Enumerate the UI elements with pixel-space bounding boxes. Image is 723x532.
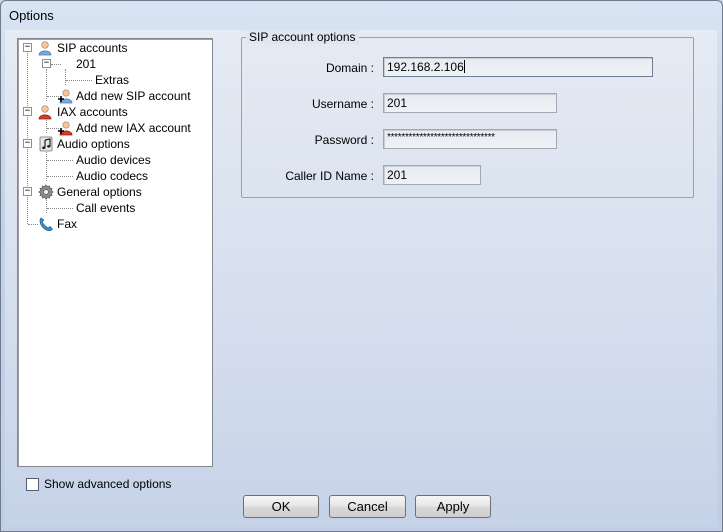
tree-line bbox=[65, 69, 66, 85]
add-user-icon bbox=[57, 88, 73, 104]
tree-item-label: Call events bbox=[76, 201, 136, 215]
music-note-icon bbox=[38, 136, 54, 152]
tree-item-label: Audio devices bbox=[76, 153, 151, 167]
caller-id-label: Caller ID Name : bbox=[285, 169, 374, 183]
collapse-icon[interactable]: − bbox=[23, 139, 32, 148]
cancel-button[interactable]: Cancel bbox=[329, 495, 406, 518]
caller-id-field[interactable]: 201 bbox=[383, 165, 481, 185]
tree-item-label: Add new SIP account bbox=[76, 89, 191, 103]
collapse-icon[interactable]: − bbox=[23, 107, 32, 116]
collapse-icon[interactable]: − bbox=[23, 43, 32, 52]
options-tree[interactable]: − SIP accounts − 201 Extras Add new SIP … bbox=[17, 38, 213, 467]
username-field[interactable]: 201 bbox=[383, 93, 557, 113]
domain-label: Domain : bbox=[325, 61, 374, 75]
tree-item-label: IAX accounts bbox=[57, 105, 128, 119]
collapse-icon[interactable]: − bbox=[42, 59, 51, 68]
tree-line bbox=[66, 80, 92, 81]
tree-item-label: Extras bbox=[95, 73, 130, 87]
group-title: SIP account options bbox=[246, 30, 359, 44]
tree-item-label: SIP accounts bbox=[57, 41, 128, 55]
tree-line bbox=[47, 208, 73, 209]
tree-item-label: General options bbox=[57, 185, 142, 199]
tree-line bbox=[47, 160, 73, 161]
tree-item-label: 201 bbox=[76, 57, 97, 71]
domain-value: 192.168.2.106 bbox=[387, 60, 464, 74]
add-user-red-icon bbox=[57, 120, 73, 136]
text-caret bbox=[463, 60, 465, 73]
ok-button[interactable]: OK bbox=[243, 495, 319, 518]
tree-item-label: Add new IAX account bbox=[76, 121, 191, 135]
tree-item-label: Audio options bbox=[57, 137, 130, 151]
tree-line bbox=[47, 176, 73, 177]
domain-field[interactable]: 192.168.2.106 bbox=[383, 57, 653, 77]
tree-line bbox=[28, 224, 38, 225]
gear-icon bbox=[38, 184, 54, 200]
tree-item-label: Fax bbox=[57, 217, 78, 231]
user-icon bbox=[38, 40, 54, 56]
password-label: Password : bbox=[314, 133, 374, 147]
tree-line bbox=[51, 64, 61, 65]
tree-item-label: Audio codecs bbox=[76, 169, 149, 183]
show-advanced-label: Show advanced options bbox=[44, 477, 172, 491]
collapse-icon[interactable]: − bbox=[23, 187, 32, 196]
password-field[interactable]: ****************************** bbox=[383, 129, 557, 149]
window-title: Options bbox=[9, 8, 54, 23]
show-advanced-checkbox[interactable] bbox=[26, 478, 39, 491]
user-red-icon bbox=[38, 104, 54, 120]
apply-button[interactable]: Apply bbox=[415, 495, 491, 518]
phone-icon bbox=[38, 216, 54, 232]
username-label: Username : bbox=[311, 97, 374, 111]
